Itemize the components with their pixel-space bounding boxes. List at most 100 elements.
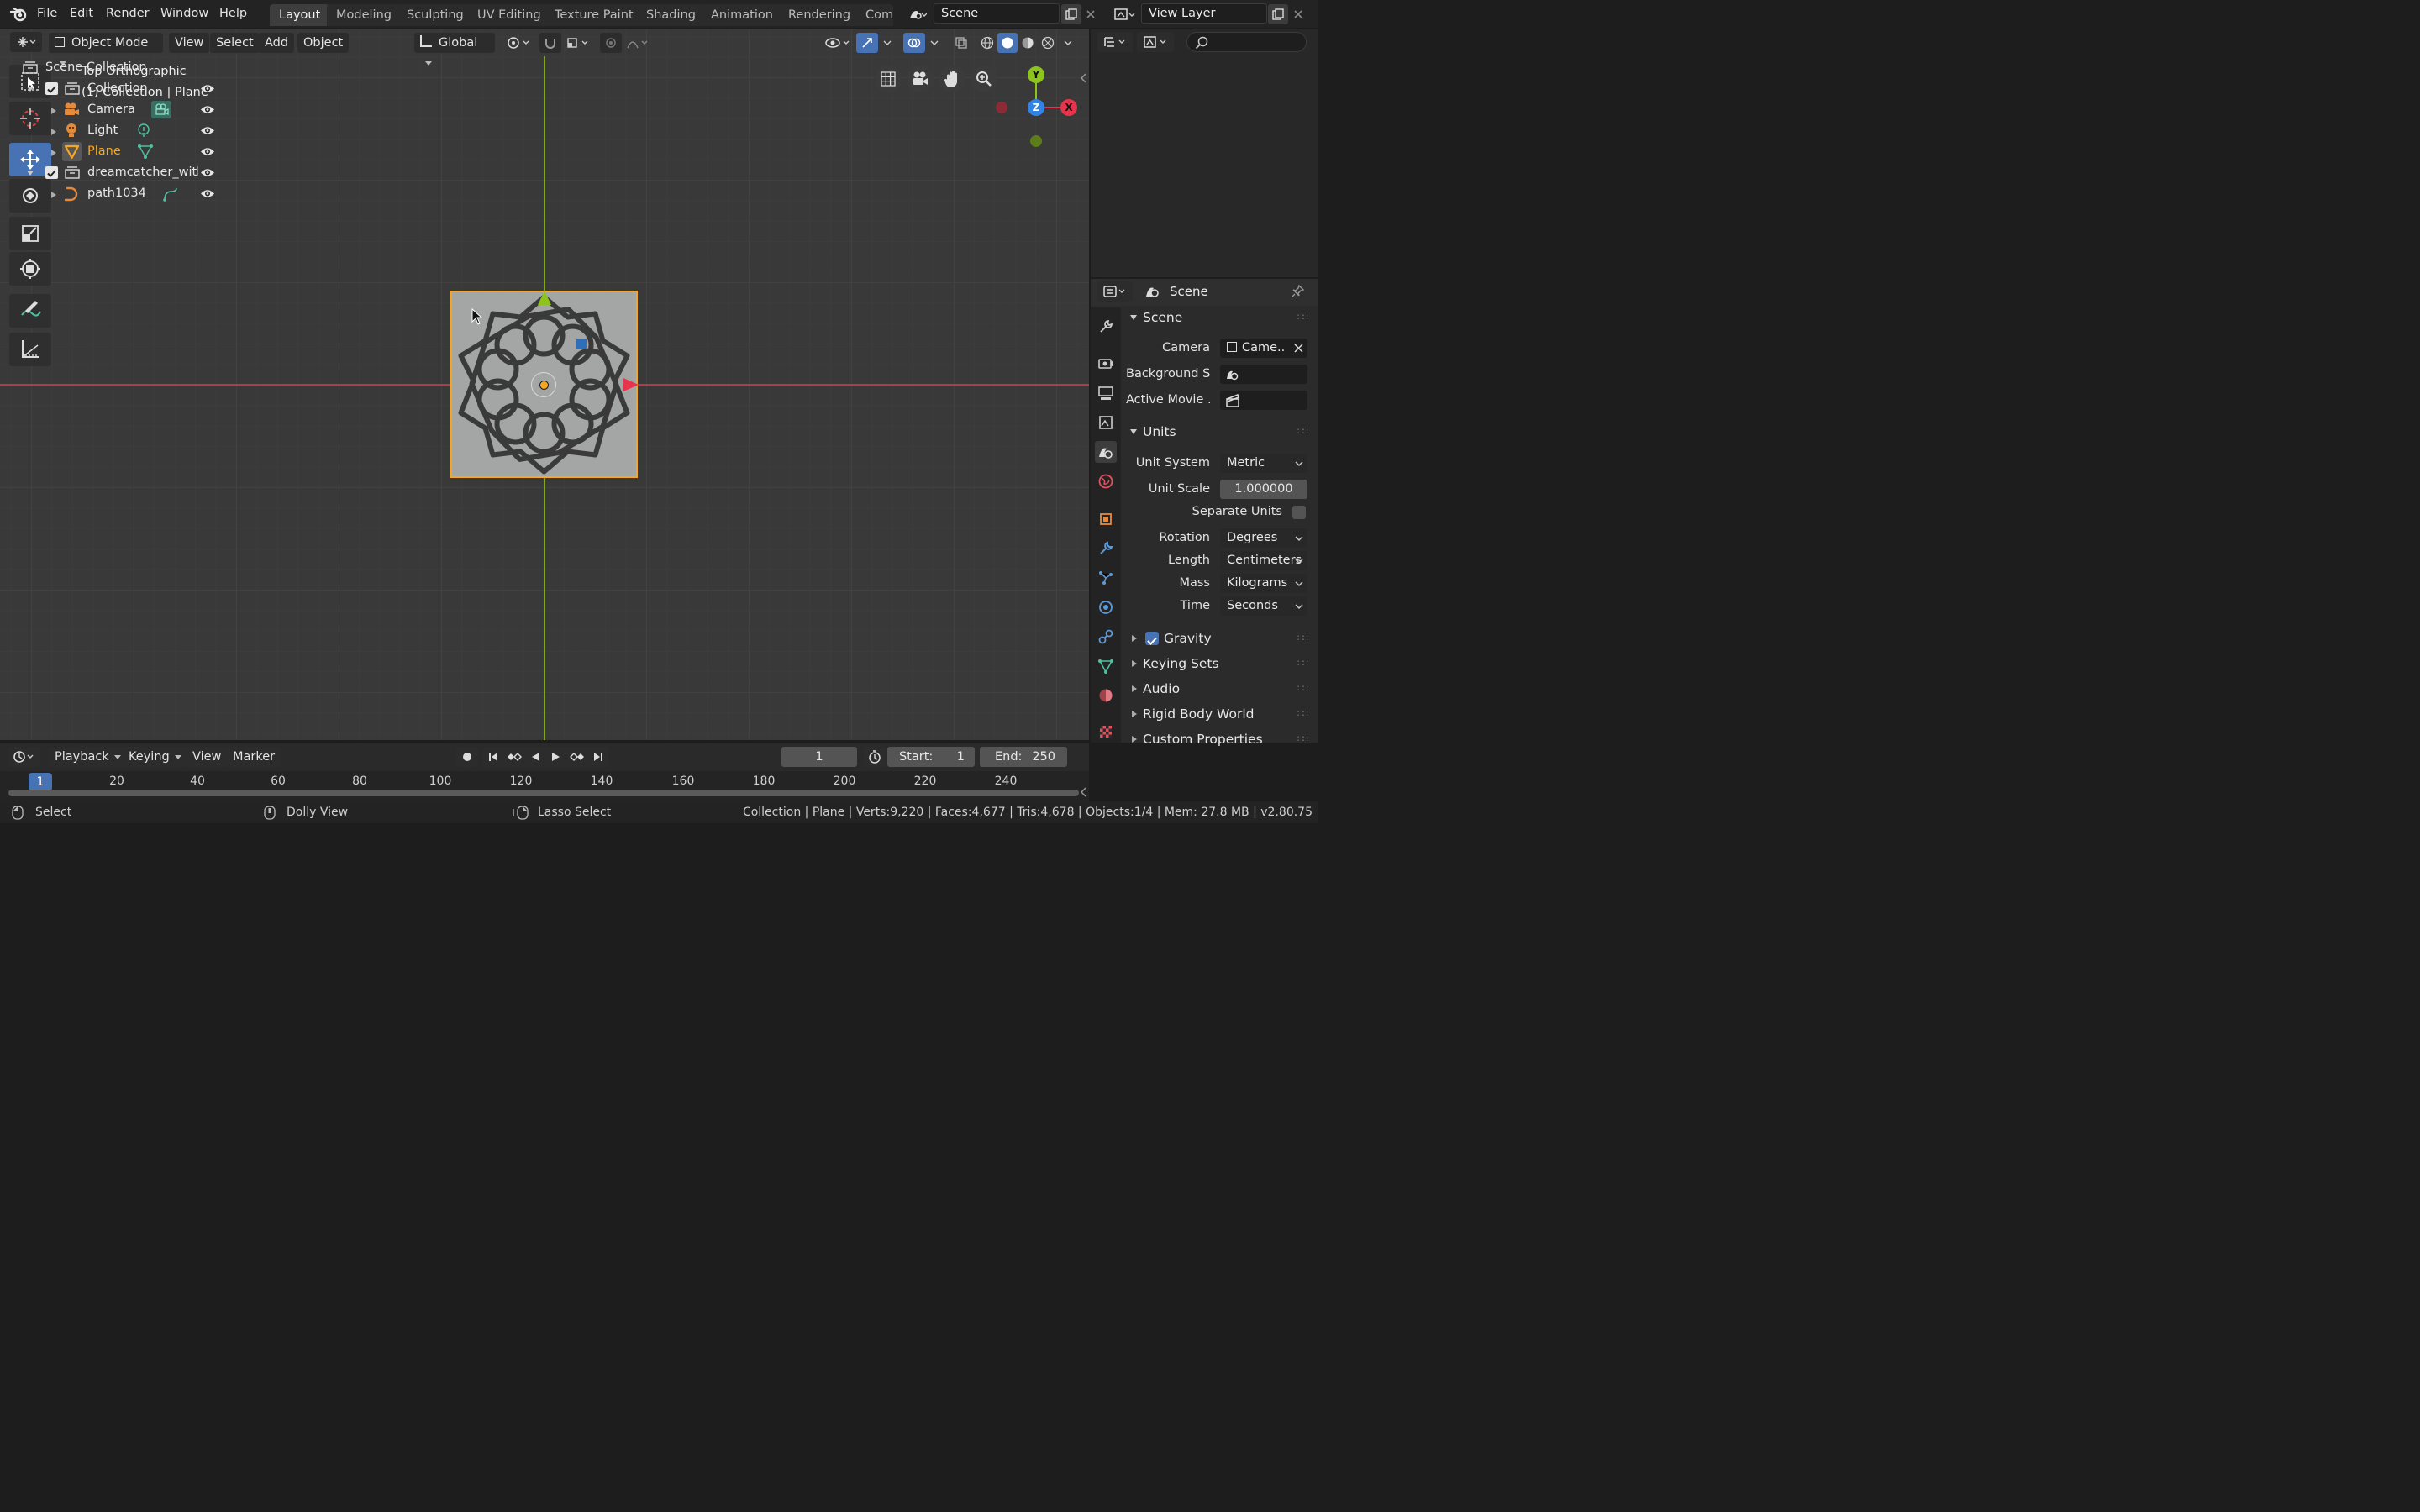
unit-scale-field[interactable]: 1.000000 — [1220, 480, 1307, 499]
units-section-header[interactable]: Units ∷∷ — [1124, 420, 1314, 444]
properties-editor-type-icon[interactable] — [1097, 281, 1133, 302]
pan-view-icon[interactable] — [939, 66, 965, 92]
overlays-options-icon[interactable] — [925, 33, 944, 53]
menu-edit[interactable]: Edit — [65, 0, 98, 28]
proportional-edit-icon[interactable] — [600, 33, 622, 53]
drag-handle-icon[interactable]: ∷∷ — [1297, 627, 1308, 650]
tab-constraints-icon[interactable] — [1095, 626, 1117, 648]
rendered-shading-icon[interactable] — [1038, 33, 1058, 53]
time-dropdown[interactable]: Seconds — [1220, 596, 1307, 616]
rigid-body-section-header[interactable]: Rigid Body World ∷∷ — [1124, 702, 1314, 726]
visibility-filter-icon[interactable] — [821, 33, 855, 53]
delete-scene-icon[interactable] — [1082, 4, 1099, 24]
scene-name-field[interactable]: Scene — [934, 3, 1060, 24]
eye-icon[interactable] — [200, 188, 215, 199]
outliner-item-camera[interactable]: Camera — [0, 99, 227, 120]
solid-shading-icon[interactable] — [997, 33, 1018, 53]
unit-system-dropdown[interactable]: Metric — [1220, 454, 1307, 473]
pivot-point-icon[interactable] — [502, 33, 534, 53]
drag-handle-icon[interactable]: ∷∷ — [1297, 306, 1308, 329]
jump-to-keyframe-prev-icon[interactable] — [503, 747, 524, 767]
eye-icon[interactable] — [200, 146, 215, 157]
camera-view-icon[interactable] — [907, 66, 934, 92]
tab-scene-icon[interactable] — [1095, 441, 1117, 463]
tab-modifiers-icon[interactable] — [1095, 538, 1117, 559]
editor-type-icon[interactable] — [10, 32, 42, 52]
tab-output-icon[interactable] — [1095, 382, 1117, 404]
drag-handle-icon[interactable]: ∷∷ — [1297, 727, 1308, 751]
jump-to-end-icon[interactable] — [587, 747, 608, 767]
tab-particles-icon[interactable] — [1095, 567, 1117, 589]
tab-mesh-data-icon[interactable] — [1095, 655, 1117, 677]
light-data-icon[interactable] — [137, 123, 150, 139]
transform-orientation-dropdown[interactable]: Global — [414, 33, 495, 66]
tab-animation[interactable]: Animation — [702, 4, 782, 26]
current-frame-field[interactable]: 1 — [781, 747, 857, 767]
rotation-dropdown[interactable]: Degrees — [1220, 528, 1307, 548]
blender-logo-icon[interactable] — [8, 5, 29, 24]
drag-handle-icon[interactable]: ∷∷ — [1297, 677, 1308, 701]
end-frame-field[interactable]: End: 250 — [980, 747, 1067, 767]
y-move-arrow[interactable] — [537, 290, 552, 307]
tab-render-icon[interactable] — [1095, 353, 1117, 375]
tab-sculpting[interactable]: Sculpting — [397, 4, 473, 26]
display-mode-icon[interactable] — [1137, 32, 1174, 52]
outliner-editor-type-icon[interactable] — [1097, 32, 1133, 52]
playhead[interactable]: 1 — [29, 773, 52, 791]
preview-range-icon[interactable] — [864, 747, 886, 767]
snap-toggle-icon[interactable] — [539, 33, 561, 53]
camera-prop-field[interactable]: Came.. — [1220, 339, 1307, 358]
timeline-collapse-icon[interactable] — [1080, 786, 1088, 798]
outliner-scene-collection[interactable]: Scene Collection — [0, 57, 227, 78]
x-move-arrow[interactable] — [621, 377, 639, 392]
snap-element-icon[interactable] — [562, 33, 594, 53]
sidebar-expand-icon[interactable] — [1080, 72, 1088, 84]
mesh-data-icon[interactable] — [138, 144, 153, 160]
expand-arrow-icon[interactable] — [50, 107, 57, 115]
expand-arrow-icon[interactable] — [50, 149, 57, 157]
tab-material-icon[interactable] — [1095, 685, 1117, 706]
eye-icon[interactable] — [200, 167, 215, 178]
new-view-layer-icon[interactable] — [1268, 4, 1288, 24]
eye-icon[interactable] — [200, 104, 215, 115]
eye-icon[interactable] — [200, 83, 215, 94]
tab-uv-editing[interactable]: UV Editing — [468, 4, 550, 26]
length-dropdown[interactable]: Centimeters — [1220, 551, 1307, 570]
curve-data-icon[interactable] — [163, 186, 178, 202]
collection-checkbox[interactable] — [45, 82, 58, 95]
eye-icon[interactable] — [200, 125, 215, 136]
tab-layout[interactable]: Layout — [270, 4, 330, 26]
tab-rendering[interactable]: Rendering — [779, 4, 860, 26]
menu-help[interactable]: Help — [214, 0, 252, 28]
annotate-tool[interactable] — [9, 294, 51, 328]
scene-browse-icon[interactable] — [903, 4, 932, 24]
tab-compositing[interactable]: Com — [856, 4, 893, 26]
auto-keying-icon[interactable] — [456, 747, 478, 767]
drag-handle-icon[interactable]: ∷∷ — [1297, 702, 1308, 726]
tab-view-layer-icon[interactable] — [1095, 412, 1117, 433]
outliner-item-plane[interactable]: Plane — [0, 141, 227, 162]
scene-section-header[interactable]: Scene ∷∷ — [1124, 306, 1314, 329]
view-layer-browse-icon[interactable] — [1109, 4, 1139, 24]
active-movie-clip-field[interactable] — [1220, 391, 1307, 410]
camera-data-icon[interactable] — [151, 101, 171, 118]
view-layer-field[interactable]: View Layer — [1141, 3, 1267, 24]
menu-file[interactable]: File — [32, 0, 62, 28]
gizmo-y-axis[interactable]: Y — [1028, 66, 1044, 83]
timeline-menu-keying[interactable]: Keying — [123, 747, 187, 767]
keying-sets-section-header[interactable]: Keying Sets ∷∷ — [1124, 652, 1314, 675]
object-mode-dropdown[interactable]: Object Mode — [49, 33, 163, 66]
timeline-scrollbar[interactable] — [8, 790, 1079, 796]
menu-window[interactable]: Window — [155, 0, 213, 28]
tab-tool-icon[interactable] — [1095, 316, 1117, 338]
expand-arrow-icon[interactable] — [50, 128, 57, 136]
audio-section-header[interactable]: Audio ∷∷ — [1124, 677, 1314, 701]
play-reverse-icon[interactable] — [524, 747, 545, 767]
gizmo-options-icon[interactable] — [878, 33, 897, 53]
timeline-menu-playback[interactable]: Playback — [49, 747, 127, 767]
mass-dropdown[interactable]: Kilograms — [1220, 574, 1307, 593]
viewport-menu-view[interactable]: View — [169, 33, 210, 53]
expand-arrow-icon[interactable] — [26, 86, 34, 92]
shading-options-icon[interactable] — [1059, 33, 1077, 53]
timeline-menu-marker[interactable]: Marker — [227, 747, 281, 767]
